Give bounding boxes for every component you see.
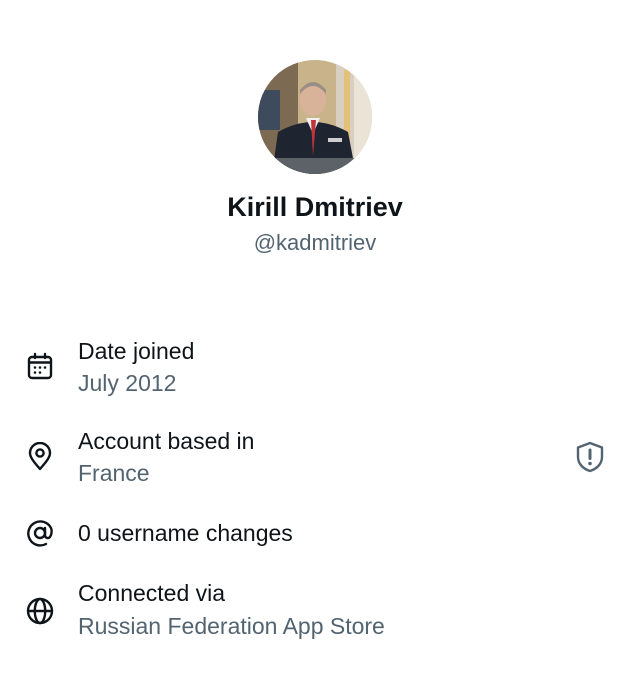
date-joined-row: Date joined July 2012 xyxy=(0,336,630,400)
connected-via-label: Connected via xyxy=(78,580,226,606)
date-joined-value: July 2012 xyxy=(78,370,177,396)
username-changes-row: 0 username changes xyxy=(0,516,630,552)
connected-via-value: Russian Federation App Store xyxy=(78,613,385,639)
at-sign-icon xyxy=(25,518,55,548)
profile-handle: @kadmitriev xyxy=(253,230,377,255)
account-location-row: Account based in France xyxy=(0,426,630,490)
connected-via-row: Connected via Russian Federation App Sto… xyxy=(0,578,630,642)
account-location-label: Account based in xyxy=(78,428,255,454)
calendar-icon xyxy=(25,352,55,382)
profile-avatar[interactable] xyxy=(258,60,372,174)
profile-display-name: Kirill Dmitriev xyxy=(227,192,403,222)
shield-alert-icon[interactable] xyxy=(575,441,605,473)
date-joined-label: Date joined xyxy=(78,338,195,364)
location-pin-icon xyxy=(25,442,55,472)
account-location-value: France xyxy=(78,460,150,486)
username-changes-label: 0 username changes xyxy=(78,520,293,546)
globe-icon xyxy=(25,596,55,626)
